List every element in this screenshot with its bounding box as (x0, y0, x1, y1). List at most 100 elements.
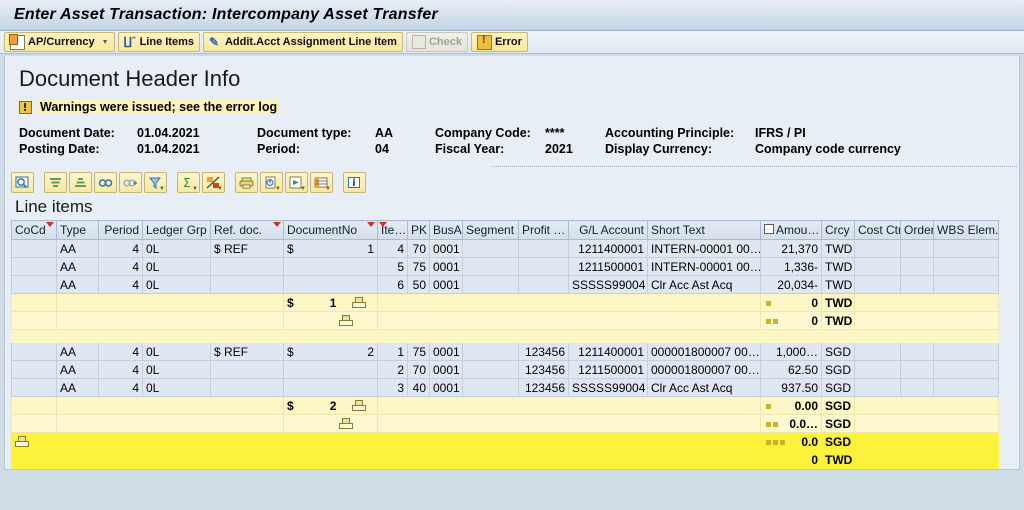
subtotal-icon[interactable]: ▼ (202, 172, 225, 193)
cell-pk[interactable]: 70 (407, 239, 430, 258)
table-row[interactable]: AA 4 0L $ REF $2 1 75 0001 123456 1211400001 00000… (11, 342, 999, 361)
cell-glaccount[interactable]: 1211500001 (568, 257, 648, 276)
cell-spacer[interactable] (56, 293, 284, 312)
column-header-busa[interactable]: BusA (429, 220, 463, 240)
cell-refdoc[interactable] (210, 275, 284, 294)
cell-ledgergrp[interactable]: 0L (142, 378, 211, 397)
column-header-pk[interactable]: PK (407, 220, 430, 240)
total-icon[interactable]: Σ ▼ (177, 172, 200, 193)
cell-type[interactable]: AA (56, 239, 99, 258)
chevron-down-icon[interactable]: ▼ (300, 186, 306, 192)
table-row[interactable]: AA 4 0L 3 40 0001 123456 SSSSS99004 Clr Acc Ast … (11, 378, 999, 397)
column-header-wbs[interactable]: WBS Elem. (933, 220, 999, 240)
cell-period[interactable]: 4 (98, 360, 143, 379)
cell-order[interactable] (900, 275, 934, 294)
column-header-profit[interactable]: Profit … (518, 220, 569, 240)
chevron-down-icon[interactable]: ▼ (102, 39, 109, 46)
subtotal-row[interactable]: 0 TWD (11, 311, 999, 330)
cell-ledgergrp[interactable]: 0L (142, 239, 211, 258)
cell-spacer[interactable] (854, 293, 999, 312)
cell-docno[interactable] (283, 311, 378, 330)
cell-amount[interactable]: 0 (760, 450, 822, 469)
filter-icon[interactable]: ▼ (144, 172, 167, 193)
cell-spacer[interactable] (854, 396, 999, 415)
cell-refdoc[interactable]: $ REF (210, 239, 284, 258)
cell-docno[interactable]: $2 (283, 342, 378, 361)
cell-spacer[interactable] (377, 311, 761, 330)
cell-spacer[interactable] (854, 311, 999, 330)
cell-segment[interactable] (462, 378, 519, 397)
cell-busa[interactable]: 0001 (429, 378, 463, 397)
cell-refdoc[interactable] (210, 360, 284, 379)
cell-order[interactable] (900, 239, 934, 258)
cell-segment[interactable] (462, 275, 519, 294)
grand-total-row[interactable]: 0 TWD (11, 450, 999, 469)
cell-profit[interactable] (518, 239, 569, 258)
cell-cocd[interactable] (11, 239, 57, 258)
cell-order[interactable] (900, 257, 934, 276)
cell-type[interactable]: AA (56, 342, 99, 361)
cell-crcy[interactable]: TWD (821, 450, 855, 469)
column-header-order[interactable]: Order (900, 220, 934, 240)
cell-docno[interactable]: $1 (283, 293, 378, 312)
table-row[interactable]: AA 4 0L 2 70 0001 123456 1211500001 000001800007… (11, 360, 999, 379)
cell-busa[interactable]: 0001 (429, 342, 463, 361)
chevron-down-icon[interactable]: ▼ (325, 186, 331, 192)
find-next-icon[interactable] (119, 172, 142, 193)
cell-type[interactable]: AA (56, 360, 99, 379)
subtotal-row[interactable]: 0.0… SGD (11, 414, 999, 433)
column-header-refdoc[interactable]: Ref. doc. (210, 220, 284, 240)
column-header-amount[interactable]: Amou… (760, 220, 822, 240)
chevron-down-icon[interactable]: ▼ (159, 186, 165, 192)
line-items-button[interactable]: ∐ˆ Line Items (117, 32, 200, 52)
cell-ledgergrp[interactable]: 0L (142, 275, 211, 294)
cell-docno[interactable] (283, 378, 378, 397)
cell-pk[interactable]: 40 (407, 378, 430, 397)
cell-docno[interactable]: $1 (283, 239, 378, 258)
cell-docno[interactable] (283, 275, 378, 294)
cell-shorttext[interactable]: INTERN-00001 00… (647, 239, 761, 258)
cell-item[interactable]: 4 (377, 239, 408, 258)
cell-amount[interactable]: 20,034- (760, 275, 822, 294)
cell-spacer[interactable] (56, 414, 284, 433)
chevron-down-icon[interactable]: ▼ (275, 186, 281, 192)
table-header-row[interactable]: CoCd Type Period Ledger Grp Ref. doc. Documen… (11, 220, 999, 240)
cell-pk[interactable]: 75 (407, 342, 430, 361)
cell-period[interactable]: 4 (98, 275, 143, 294)
cell-profit[interactable] (518, 257, 569, 276)
subtotal-row[interactable]: $1 0 TWD (11, 293, 999, 312)
cell-glaccount[interactable]: 1211400001 (568, 239, 648, 258)
cell-shorttext[interactable]: 000001800007 00… (647, 360, 761, 379)
cell-crcy[interactable]: TWD (821, 257, 855, 276)
grand-total-row[interactable]: 0.0 SGD (11, 432, 999, 451)
table-row[interactable]: AA 4 0L $ REF $1 4 70 0001 1211400001 INTERN-0000… (11, 239, 999, 258)
cell-refdoc[interactable] (210, 257, 284, 276)
cell-cocd[interactable] (11, 360, 57, 379)
column-header-docno[interactable]: DocumentNo (283, 220, 378, 240)
cell-costctr[interactable] (854, 378, 901, 397)
export-icon[interactable]: ▼ (285, 172, 308, 193)
cell-period[interactable]: 4 (98, 239, 143, 258)
cell-spacer[interactable] (56, 396, 284, 415)
cell-cocd[interactable] (11, 275, 57, 294)
cell-segment[interactable] (462, 239, 519, 258)
spacer-row[interactable] (11, 329, 999, 343)
cell-type[interactable]: AA (56, 275, 99, 294)
cell-order[interactable] (900, 378, 934, 397)
cell-pk[interactable]: 50 (407, 275, 430, 294)
cell-busa[interactable]: 0001 (429, 275, 463, 294)
cell-segment[interactable] (462, 342, 519, 361)
cell-crcy[interactable]: SGD (821, 432, 855, 451)
column-header-costctr[interactable]: Cost Ctr (854, 220, 901, 240)
cell-busa[interactable]: 0001 (429, 360, 463, 379)
cell-wbs[interactable] (933, 275, 999, 294)
cell-spacer[interactable] (854, 414, 999, 433)
cell-segment[interactable] (462, 257, 519, 276)
cell-spacer[interactable] (56, 450, 761, 469)
cell-segment[interactable] (462, 360, 519, 379)
cell-cocd[interactable] (11, 311, 57, 330)
cell-amount[interactable]: 1,336- (760, 257, 822, 276)
cell-cocd[interactable] (11, 450, 57, 469)
cell-order[interactable] (900, 342, 934, 361)
table-body[interactable]: AA 4 0L $ REF $1 4 70 0001 1211400001 INTERN-0000… (11, 239, 999, 469)
